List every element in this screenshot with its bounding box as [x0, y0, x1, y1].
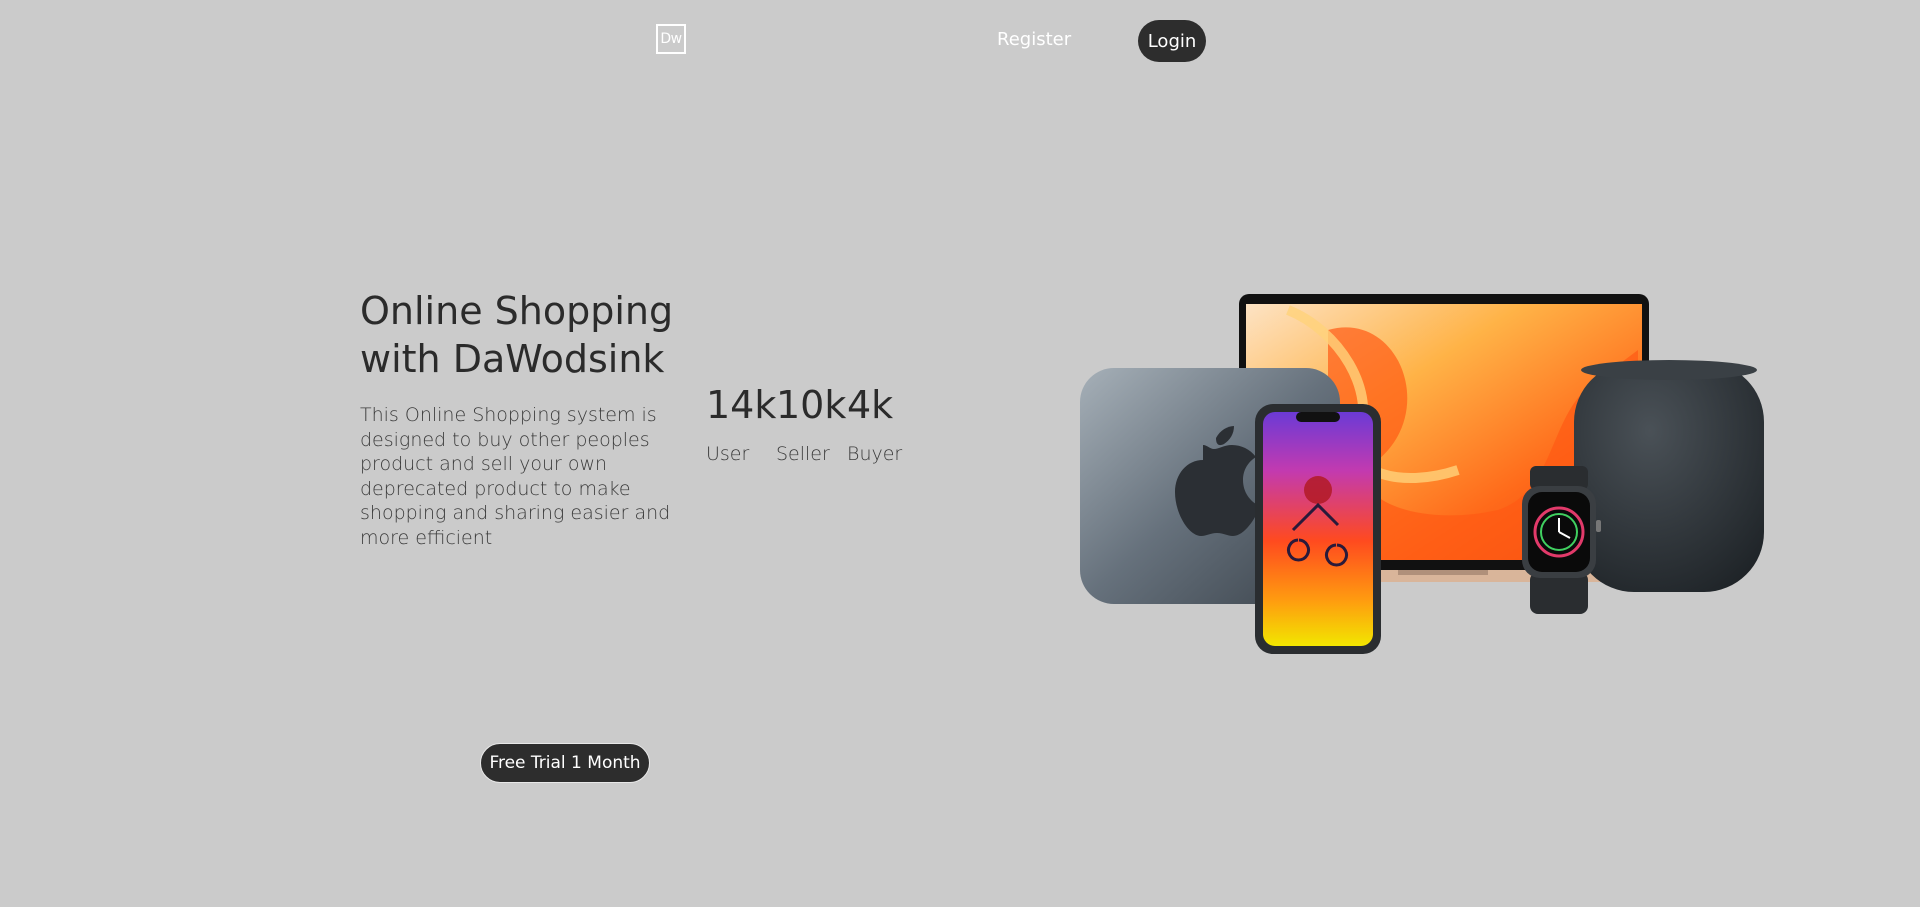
login-button[interactable]: Login: [1138, 20, 1206, 62]
stat-seller: 10k Seller: [776, 382, 846, 466]
free-trial-button[interactable]: Free Trial 1 Month: [480, 743, 650, 783]
products-image: [1080, 294, 1764, 654]
hero-title-line2: with DaWodsink: [360, 337, 665, 381]
stat-value: 10k: [776, 383, 847, 427]
register-link[interactable]: Register: [997, 27, 1071, 53]
stat-label: Seller: [776, 443, 830, 465]
stat-buyer: 4k Buyer: [847, 382, 902, 466]
logo[interactable]: Dw: [656, 24, 686, 54]
stat-user: 14k User: [706, 382, 776, 466]
stat-label: User: [706, 443, 750, 465]
iphone-icon: [1255, 404, 1381, 654]
stat-value: 14k: [706, 383, 777, 427]
hero-title: Online Shopping with DaWodsink: [360, 287, 690, 383]
homepod-icon: [1574, 360, 1764, 592]
stat-label: Buyer: [847, 443, 903, 465]
stat-value: 4k: [847, 383, 894, 427]
hero-title-line1: Online Shopping: [360, 289, 674, 333]
hero-description: This Online Shopping system is designed …: [360, 404, 671, 549]
